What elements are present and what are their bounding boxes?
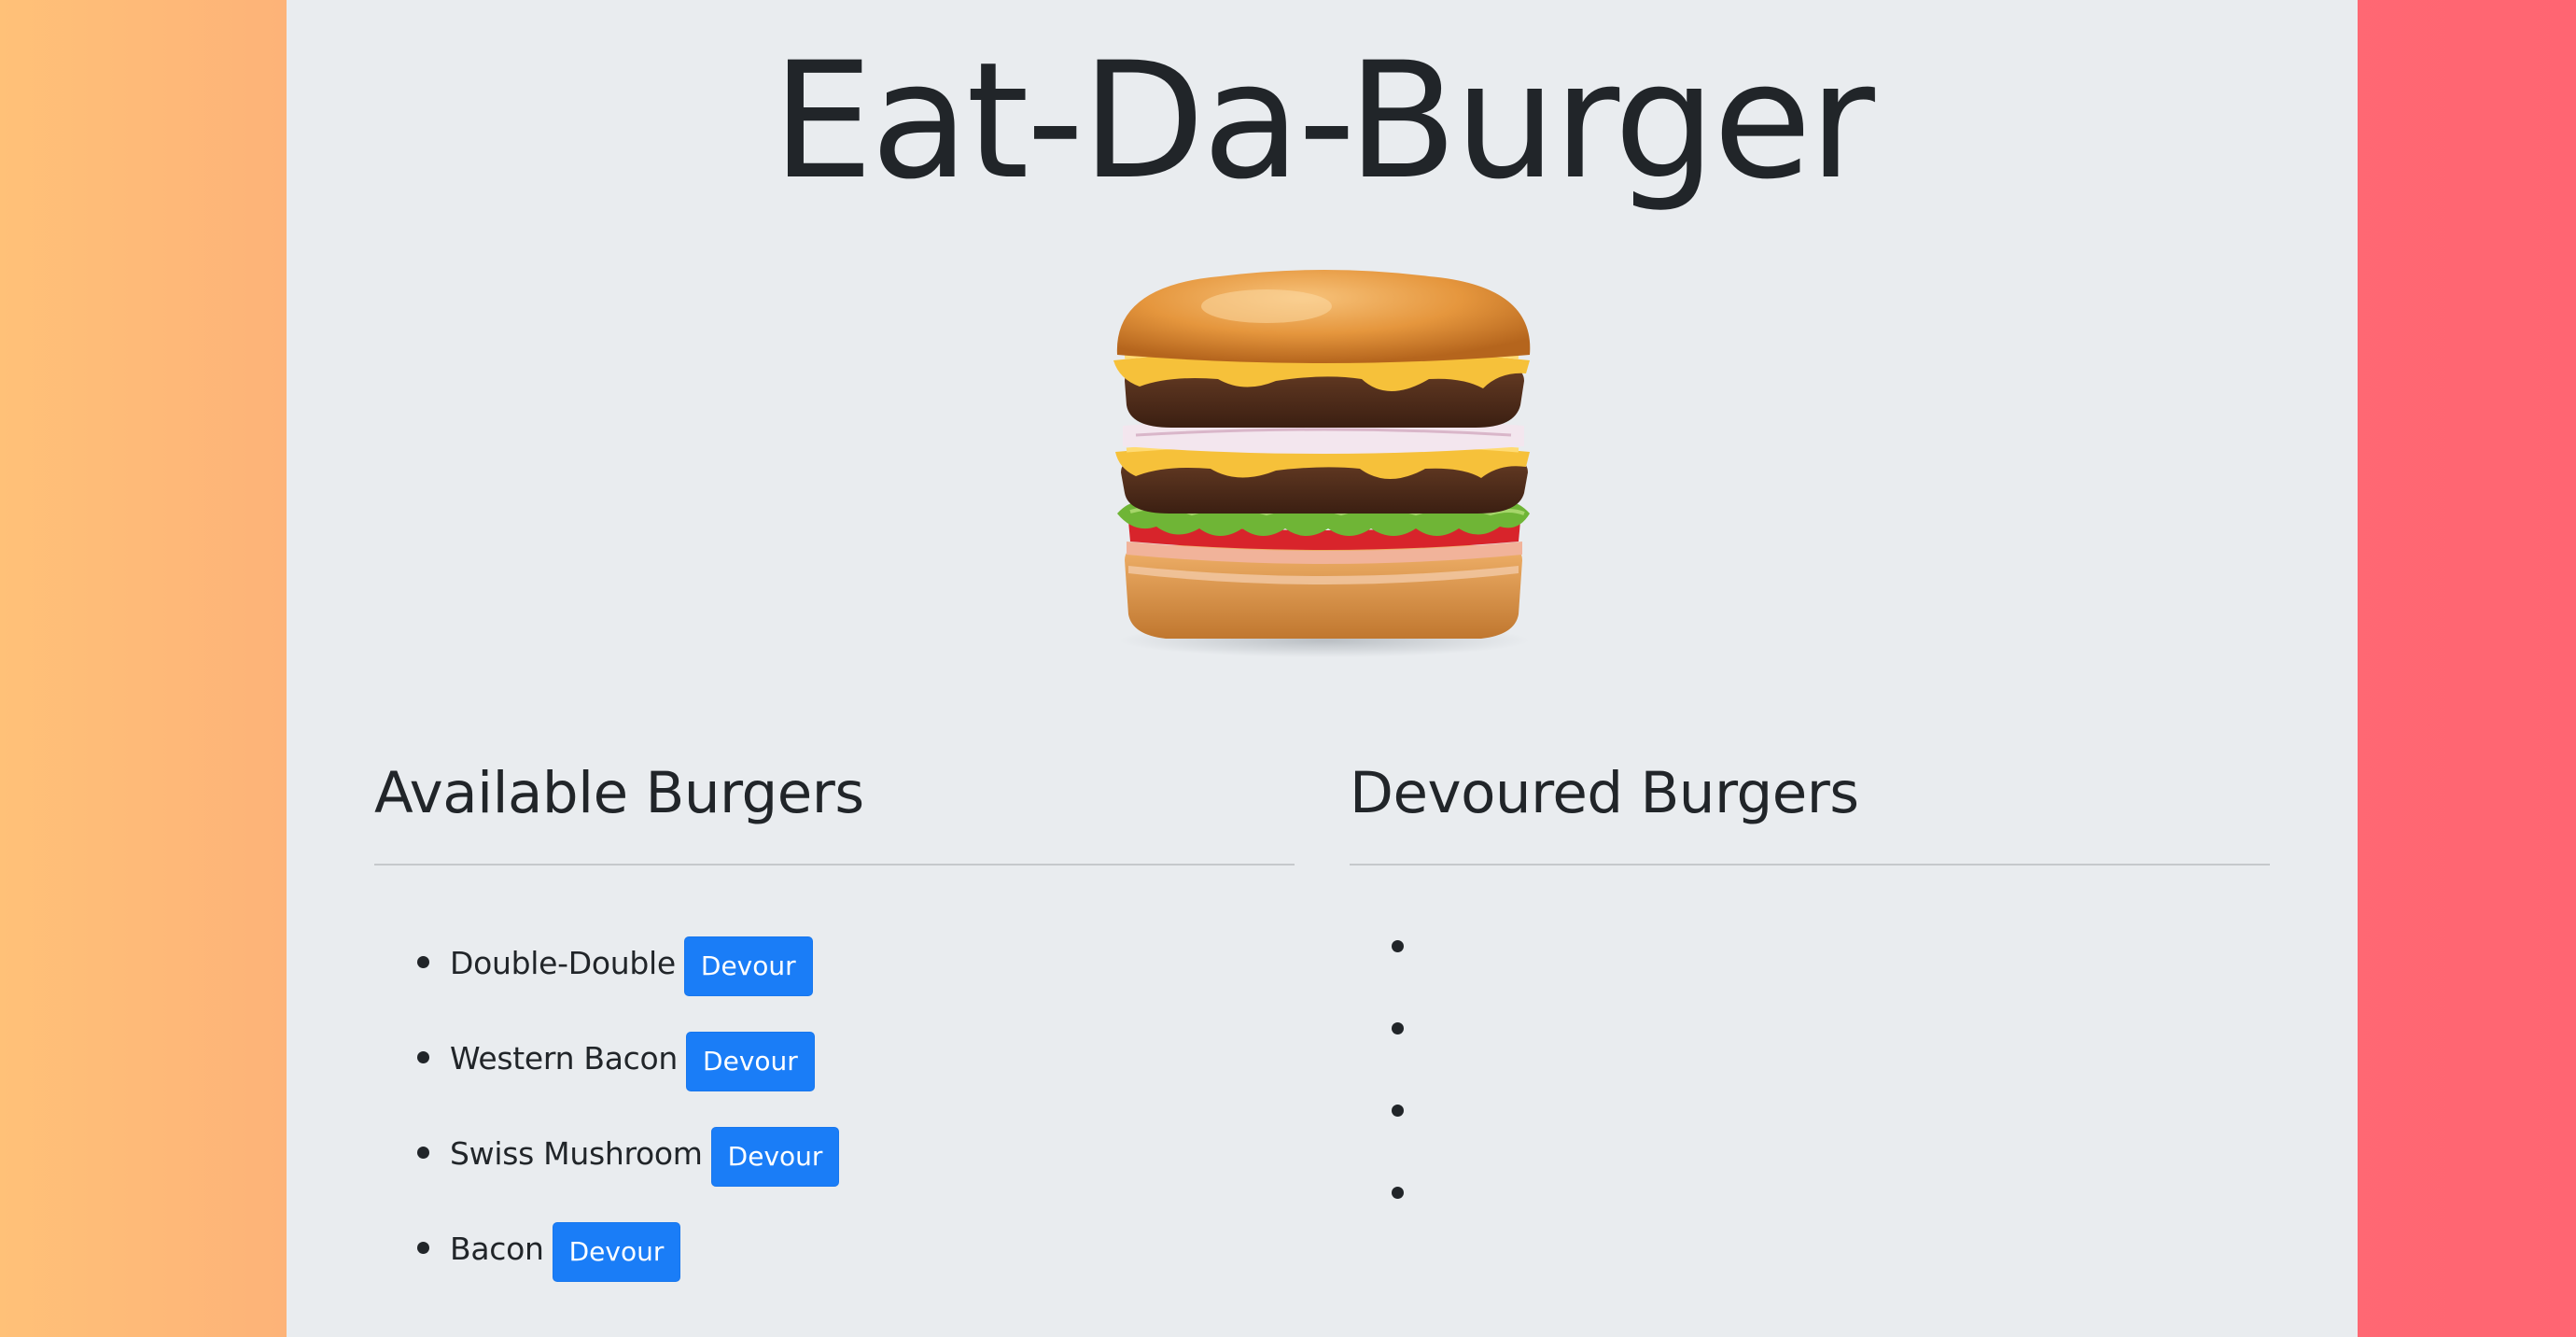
burger-name: Western Bacon [450, 1040, 679, 1077]
list-item [1350, 1013, 2270, 1095]
bullet-icon [417, 1242, 429, 1254]
list-item [1350, 1177, 2270, 1260]
devour-button[interactable]: Devour [710, 1127, 840, 1187]
jumbotron: Eat-Da-Burger Available Burgers Double-D… [287, 0, 2358, 1337]
bullet-icon [417, 1147, 429, 1159]
list-item [1350, 931, 2270, 1013]
available-burgers-list: Double-Double Devour Western Bacon Devou… [374, 936, 1295, 1316]
divider [374, 864, 1295, 866]
devour-button[interactable]: Devour [686, 1032, 815, 1091]
devoured-burgers-section: Devoured Burgers [1350, 742, 2270, 1260]
list-item: Swiss Mushroom Devour [374, 1126, 1295, 1221]
devour-button[interactable]: Devour [552, 1222, 681, 1282]
available-burgers-section: Available Burgers Double-Double Devour W… [374, 742, 1295, 1316]
list-item: Bacon Devour [374, 1221, 1295, 1316]
devoured-burgers-heading: Devoured Burgers [1350, 760, 1859, 826]
divider [1350, 864, 2270, 866]
list-item: Western Bacon Devour [374, 1031, 1295, 1126]
burger-name: Double-Double [450, 945, 676, 981]
burger-image [1113, 270, 1531, 657]
bullet-icon [1392, 1105, 1404, 1117]
bullet-icon [1392, 940, 1404, 952]
list-item [1350, 1095, 2270, 1177]
bullet-icon [1392, 1187, 1404, 1199]
available-burgers-heading: Available Burgers [374, 760, 864, 826]
burger-name: Bacon [450, 1231, 544, 1267]
burger-name: Swiss Mushroom [450, 1135, 703, 1172]
page-title: Eat-Da-Burger [772, 27, 1875, 215]
bullet-icon [417, 1051, 429, 1063]
devoured-burgers-list [1350, 931, 2270, 1260]
list-item: Double-Double Devour [374, 936, 1295, 1031]
bullet-icon [1392, 1022, 1404, 1034]
devour-button[interactable]: Devour [683, 936, 813, 996]
bullet-icon [417, 956, 429, 968]
